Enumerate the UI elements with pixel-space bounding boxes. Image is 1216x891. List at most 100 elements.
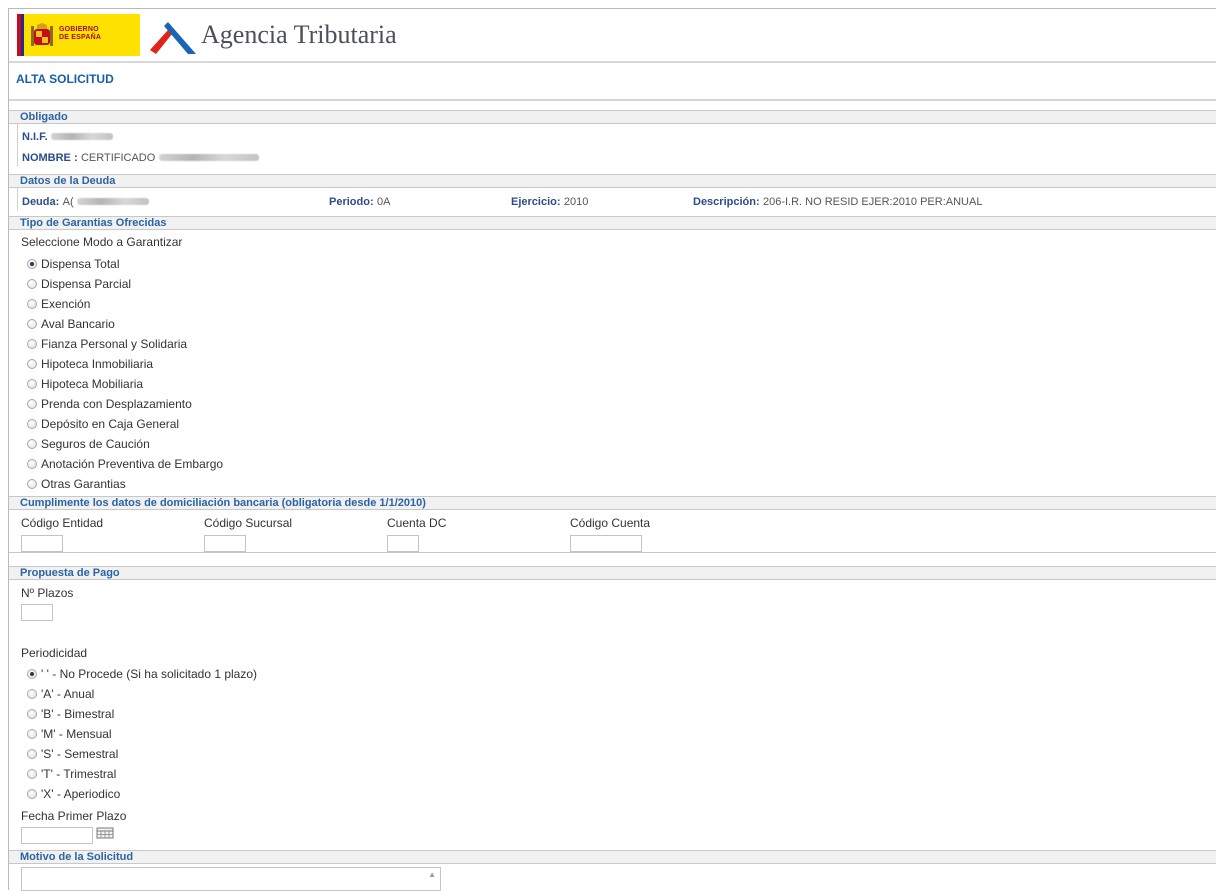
section-title-garantias: Tipo de Garantias Ofrecidas [20, 217, 167, 229]
nif-label: N.I.F. [22, 131, 48, 143]
garantia-option-label: Aval Bancario [41, 317, 115, 331]
section-title-domiciliacion: Cumplimente los datos de domiciliación b… [20, 497, 426, 509]
radio-button-icon[interactable] [27, 709, 37, 719]
garantia-option[interactable]: Anotación Preventiva de Embargo [27, 457, 223, 473]
garantia-option[interactable]: Aval Bancario [27, 317, 115, 333]
garantia-option-label: Depósito en Caja General [41, 417, 180, 431]
radio-button-icon[interactable] [27, 399, 37, 409]
codigo-entidad-label: Código Entidad [21, 516, 104, 530]
garantias-prompt: Seleccione Modo a Garantizar [21, 235, 183, 249]
garantia-option-label: Hipoteca Mobiliaria [41, 377, 144, 391]
garantia-option[interactable]: Dispensa Parcial [27, 277, 131, 293]
garantia-option-label: Dispensa Parcial [41, 277, 132, 291]
garantia-option[interactable]: Seguros de Caución [27, 437, 150, 453]
section-domiciliacion: Cumplimente los datos de domiciliación b… [9, 496, 1216, 510]
periodicidad-option[interactable]: 'A' - Anual [27, 687, 94, 703]
periodicidad-option[interactable]: 'S' - Semestral [27, 747, 118, 763]
periodicidad-label: Periodicidad [21, 646, 88, 660]
ejercicio-label: Ejercicio: [511, 196, 561, 208]
section-obligado: Obligado [9, 110, 1216, 124]
radio-button-icon[interactable] [27, 359, 37, 369]
descripcion-label: Descripción: [693, 196, 760, 208]
garantia-option-label: Otras Garantias [41, 477, 126, 491]
deuda-value: A( [62, 196, 74, 208]
periodicidad-option[interactable]: 'X' - Aperiodico [27, 787, 120, 803]
garantia-option[interactable]: Exención [27, 297, 90, 313]
radio-button-icon[interactable] [27, 439, 37, 449]
periodo-label: Periodo: [329, 196, 374, 208]
deuda-value-redacted [76, 198, 149, 206]
garantia-option[interactable]: Dispensa Total [27, 257, 120, 273]
garantia-option-label: Prenda con Desplazamiento [41, 397, 192, 411]
section-garantias: Tipo de Garantias Ofrecidas [9, 216, 1216, 230]
deuda-box: Deuda: A( Periodo: 0A Ejercicio: 2010 De… [17, 188, 1216, 210]
section-title-obligado: Obligado [20, 111, 68, 123]
radio-button-icon[interactable] [27, 319, 37, 329]
radio-button-icon[interactable] [27, 259, 37, 269]
radio-button-icon[interactable] [27, 749, 37, 759]
calendar-icon[interactable] [96, 827, 114, 839]
cuenta-dc-input[interactable] [387, 535, 419, 552]
garantia-option-label: Dispensa Total [41, 257, 120, 271]
codigo-sucursal-input[interactable] [204, 535, 246, 552]
fecha-primer-plazo-input[interactable] [21, 827, 93, 844]
domiciliacion-divider [9, 552, 1216, 553]
nif-value-redacted [51, 133, 114, 141]
ejercicio-field: Ejercicio: 2010 [511, 194, 588, 208]
descripcion-value: 206-I.R. NO RESID EJER:2010 PER:ANUAL [762, 196, 983, 208]
garantia-option[interactable]: Depósito en Caja General [27, 417, 179, 433]
radio-button-icon[interactable] [27, 379, 37, 389]
radio-button-icon[interactable] [27, 789, 37, 799]
codigo-sucursal-label: Código Sucursal [204, 516, 293, 530]
radio-button-icon[interactable] [27, 669, 37, 679]
section-title-pago: Propuesta de Pago [20, 567, 120, 579]
radio-button-icon[interactable] [27, 479, 37, 489]
agencia-tributaria-logo-icon [150, 22, 196, 54]
periodicidad-option-label: 'X' - Aperiodico [41, 787, 121, 801]
garantia-option[interactable]: Prenda con Desplazamiento [27, 397, 192, 413]
garantia-option-label: Exención [41, 297, 91, 311]
garantia-option-label: Seguros de Caución [41, 437, 150, 451]
page-title: ALTA SOLICITUD [16, 72, 114, 86]
radio-button-icon[interactable] [27, 769, 37, 779]
periodicidad-option[interactable]: 'T' - Trimestral [27, 767, 116, 783]
periodicidad-option-label: 'B' - Bimestral [41, 707, 115, 721]
plazos-input[interactable] [21, 604, 53, 621]
gobierno-line1: GOBIERNO [59, 26, 99, 33]
periodo-field: Periodo: 0A [329, 194, 390, 208]
nombre-label: NOMBRE : [22, 152, 78, 164]
section-title-motivo: Motivo de la Solicitud [20, 851, 134, 863]
radio-button-icon[interactable] [27, 459, 37, 469]
garantia-option[interactable]: Hipoteca Mobiliaria [27, 377, 143, 393]
codigo-cuenta-label: Código Cuenta [570, 516, 651, 530]
periodicidad-option[interactable]: ' ' - No Procede (Si ha solicitado 1 pla… [27, 667, 257, 683]
gobierno-text: GOBIERNO DE ESPAÑA [59, 26, 101, 42]
fecha-primer-plazo-label: Fecha Primer Plazo [21, 809, 127, 823]
gobierno-line2: DE ESPAÑA [59, 34, 102, 41]
scroll-up-arrow-icon[interactable]: ▲ [428, 870, 436, 879]
gobierno-logo[interactable]: GOBIERNO DE ESPAÑA [17, 14, 140, 56]
header: GOBIERNO DE ESPAÑA Agencia Tributaria [9, 9, 1216, 63]
nombre-value: CERTIFICADO [80, 152, 156, 164]
agency-name[interactable]: Agencia Tributaria [201, 20, 397, 50]
codigo-entidad-input[interactable] [21, 535, 63, 552]
ejercicio-value: 2010 [563, 196, 589, 208]
section-pago: Propuesta de Pago [9, 566, 1216, 580]
obligado-box: N.I.F. NOMBRE : CERTIFICADO [17, 124, 1216, 166]
garantia-option[interactable]: Otras Garantias [27, 477, 126, 493]
radio-button-icon[interactable] [27, 689, 37, 699]
radio-button-icon[interactable] [27, 279, 37, 289]
garantia-option[interactable]: Hipoteca Inmobiliaria [27, 357, 153, 373]
radio-button-icon[interactable] [27, 729, 37, 739]
radio-button-icon[interactable] [27, 419, 37, 429]
periodicidad-option[interactable]: 'M' - Mensual [27, 727, 112, 743]
radio-button-icon[interactable] [27, 339, 37, 349]
periodo-value: 0A [376, 196, 391, 208]
garantia-option[interactable]: Fianza Personal y Solidaria [27, 337, 187, 353]
codigo-cuenta-input[interactable] [570, 535, 642, 552]
nif-row: N.I.F. [22, 129, 114, 143]
descripcion-field: Descripción: 206-I.R. NO RESID EJER:2010… [693, 194, 982, 208]
periodicidad-option[interactable]: 'B' - Bimestral [27, 707, 114, 723]
motivo-textarea[interactable]: ▲ [21, 867, 441, 891]
radio-button-icon[interactable] [27, 299, 37, 309]
